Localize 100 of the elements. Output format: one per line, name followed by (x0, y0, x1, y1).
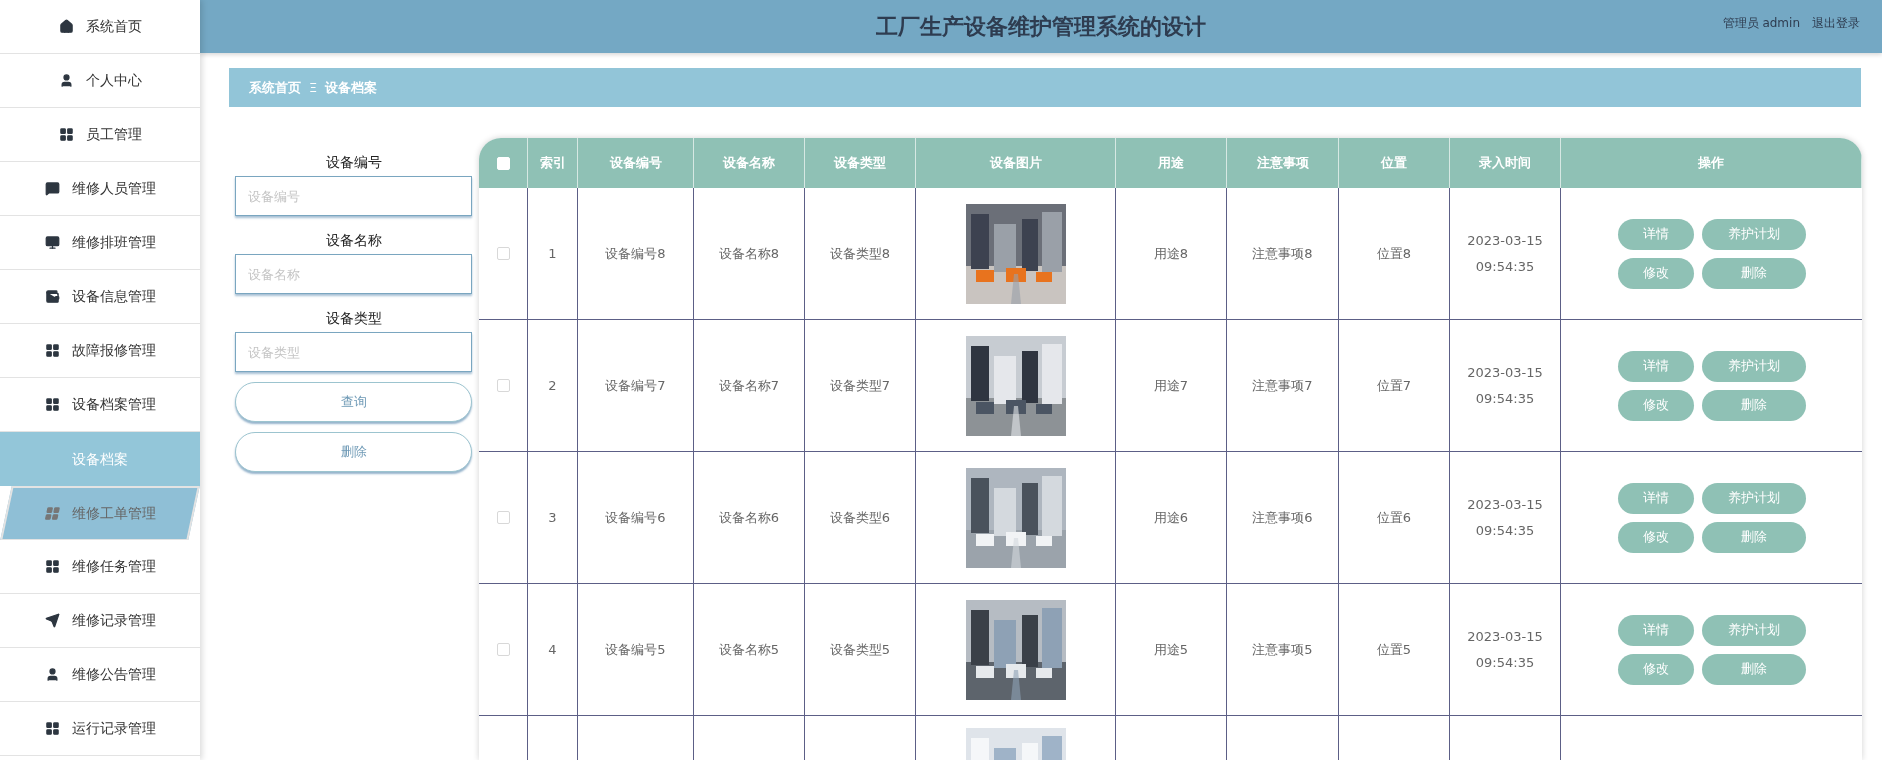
admin-label: 管理员 admin (1722, 15, 1800, 32)
filter-label: 设备编号 (325, 152, 382, 172)
grid-icon (58, 127, 74, 142)
sidebar-item[interactable]: 维修记录管理 (0, 594, 200, 648)
table-cell-text: 用途6 (1153, 508, 1189, 527)
action-button[interactable]: 修改 (1617, 521, 1694, 553)
filter-label: 设备类型 (325, 308, 382, 328)
grid-icon (44, 343, 60, 358)
action-button[interactable]: 删除 (1701, 653, 1806, 685)
action-button[interactable]: 详情 (1617, 482, 1694, 514)
filter-input[interactable]: 设备类型 (235, 332, 472, 372)
action-button[interactable]: 修改 (1617, 653, 1694, 685)
grid-icon (44, 397, 60, 412)
table-cell-text: 用途7 (1153, 376, 1189, 395)
logout-link[interactable]: 退出登录 (1812, 14, 1860, 32)
table-cell-text: 1 (548, 244, 557, 263)
checkbox[interactable] (496, 247, 510, 260)
breadcrumb-link[interactable]: 设备档案 (325, 77, 378, 98)
table-cell-text: 位置6 (1376, 508, 1412, 527)
filter-label: 设备名称 (325, 230, 382, 250)
user-icon (58, 73, 74, 88)
table-cell-text: 注意事项8 (1252, 244, 1313, 263)
monitor-icon (44, 235, 60, 250)
column-header: 注意事项 (1256, 154, 1309, 173)
action-button[interactable]: 详情 (1617, 614, 1694, 646)
table-cell-text: 2023-03-15 09:54:35 (1466, 363, 1544, 408)
table-cell-text: 位置7 (1376, 376, 1412, 395)
column-header: 设备类型 (834, 154, 886, 173)
chat-icon (44, 181, 60, 196)
table-cell-text: 注意事项5 (1252, 640, 1313, 659)
filter-input[interactable]: 设备名称 (235, 254, 472, 294)
checkbox[interactable] (496, 379, 510, 392)
column-header: 用途 (1158, 154, 1184, 173)
table-cell-text: 位置5 (1376, 640, 1412, 659)
sidebar-item[interactable]: 维修排班管理 (0, 216, 200, 270)
column-header: 设备编号 (609, 154, 662, 173)
action-button[interactable]: 删除 (1701, 521, 1806, 553)
sidebar-item[interactable]: 维修人员管理 (0, 162, 200, 216)
grid-icon (44, 721, 60, 736)
sidebar-item[interactable]: 运行记录管理 (0, 702, 200, 756)
sidebar-item[interactable]: 设备信息管理 (0, 270, 200, 324)
table-cell-text: 注意事项6 (1252, 508, 1313, 527)
table-cell-text: 设备名称6 (718, 508, 780, 527)
breadcrumb-link[interactable]: 系统首页 (249, 77, 301, 98)
filter-button[interactable]: 查询 (235, 382, 472, 422)
table-cell-text: 设备编号7 (605, 376, 666, 395)
action-button[interactable]: 养护计划 (1701, 350, 1806, 382)
action-button[interactable]: 删除 (1701, 389, 1806, 421)
table-cell-text: 设备类型5 (829, 640, 891, 659)
action-button[interactable]: 养护计划 (1701, 482, 1806, 514)
table-cell-text: 设备类型6 (829, 508, 891, 527)
action-button[interactable]: 详情 (1617, 350, 1694, 382)
sidebar-item[interactable]: 维修工单管理 (0, 486, 200, 540)
table-cell-text: 位置8 (1376, 244, 1412, 263)
table-cell-text: 2023-03-15 09:54:35 (1466, 495, 1544, 540)
table-cell-text: 3 (548, 508, 557, 527)
column-header: 设备名称 (723, 154, 775, 173)
table-cell-text: 设备编号6 (605, 508, 666, 527)
checkbox[interactable] (496, 643, 510, 656)
table-cell-text: 用途8 (1153, 244, 1189, 263)
page-title: 工厂生产设备维护管理系统的设计 (876, 13, 1206, 41)
sidebar-item[interactable]: 维修公告管理 (0, 648, 200, 702)
checkbox[interactable] (496, 511, 510, 524)
table-cell-text: 2023-03-15 09:54:35 (1466, 627, 1544, 672)
user-icon (44, 667, 60, 682)
column-header: 位置 (1381, 154, 1407, 173)
action-button[interactable]: 养护计划 (1701, 614, 1806, 646)
breadcrumb-separator: Ξ (309, 78, 318, 97)
wallet-icon (44, 289, 60, 304)
send-icon (44, 613, 60, 628)
table-cell-text: 注意事项7 (1252, 376, 1313, 395)
column-header: 设备图片 (989, 154, 1042, 173)
column-header: 操作 (1698, 154, 1724, 173)
table-cell-text: 设备名称7 (718, 376, 780, 395)
action-button[interactable]: 修改 (1617, 389, 1694, 421)
table-cell-text: 2 (548, 376, 557, 395)
column-header: 索引 (539, 154, 566, 173)
sidebar-item[interactable]: 故障报修管理 (0, 324, 200, 378)
sidebar-item[interactable]: 维修任务管理 (0, 540, 200, 594)
grid-icon (42, 506, 61, 521)
filter-input[interactable]: 设备编号 (235, 176, 472, 216)
action-button[interactable]: 详情 (1617, 218, 1694, 250)
action-button[interactable]: 修改 (1617, 257, 1694, 289)
submenu-item[interactable]: 设备档案 (0, 432, 200, 486)
column-header: 录入时间 (1479, 154, 1531, 173)
action-button[interactable]: 删除 (1701, 257, 1806, 289)
sidebar-item[interactable]: 个人中心 (0, 54, 200, 108)
table-cell-text: 用途5 (1153, 640, 1189, 659)
table-cell-text: 设备名称8 (718, 244, 780, 263)
table-cell-text: 设备类型8 (829, 244, 891, 263)
action-button[interactable]: 养护计划 (1701, 218, 1806, 250)
home-icon (58, 19, 74, 34)
table-cell-text: 4 (548, 640, 557, 659)
table-cell-text: 设备类型7 (829, 376, 891, 395)
table-cell-text: 设备编号5 (605, 640, 666, 659)
table-cell-text: 设备名称5 (718, 640, 780, 659)
grid-icon (44, 559, 60, 574)
sidebar-item[interactable]: 员工管理 (0, 108, 200, 162)
table-cell-text: 设备编号8 (605, 244, 666, 263)
filter-button[interactable]: 删除 (235, 432, 472, 472)
